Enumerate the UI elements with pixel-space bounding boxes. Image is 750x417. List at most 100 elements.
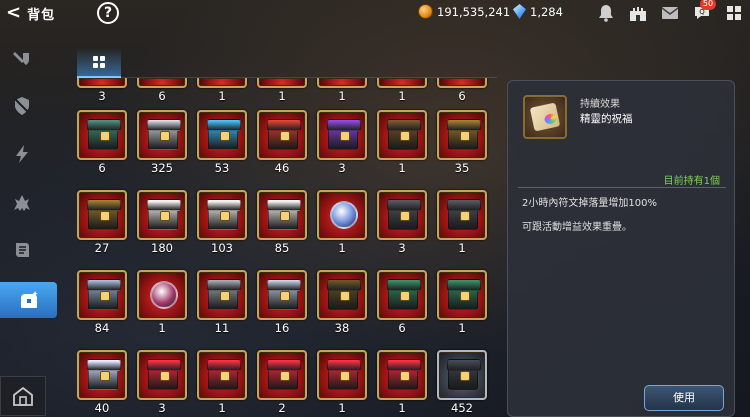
inventory-slot-partial[interactable]: 3 — [77, 78, 127, 104]
item-detail-image — [523, 95, 567, 139]
slot-frame — [377, 78, 427, 88]
inventory-slot[interactable]: 1 — [137, 270, 187, 336]
notification-button[interactable] — [590, 0, 622, 26]
tab-skills[interactable] — [0, 136, 44, 172]
tab-materials[interactable] — [0, 232, 44, 268]
tab-pets[interactable] — [0, 184, 44, 220]
help-button[interactable]: ? — [97, 2, 119, 24]
inventory-slot-partial[interactable]: 1 — [257, 78, 307, 104]
category-sidebar — [0, 40, 57, 417]
dark-chest-icon — [388, 204, 418, 230]
item-count: 1 — [278, 89, 286, 103]
inventory-slot[interactable]: 3 — [317, 110, 367, 176]
item-count: 1 — [458, 241, 466, 255]
slot-frame — [77, 190, 127, 240]
menu-button[interactable] — [718, 0, 750, 26]
inventory-slot[interactable]: 2 — [257, 350, 307, 416]
item-count: 6 — [158, 89, 166, 103]
slot-frame — [137, 190, 187, 240]
inventory-slot-partial[interactable]: 6 — [137, 78, 187, 104]
item-count: 452 — [451, 401, 473, 415]
slot-frame — [317, 110, 367, 160]
mail-button[interactable] — [654, 0, 686, 26]
tab-chests[interactable] — [0, 282, 57, 318]
item-count: 1 — [218, 401, 226, 415]
inventory-slot-partial[interactable]: 1 — [377, 78, 427, 104]
inventory-slot[interactable]: 84 — [77, 270, 127, 336]
guild-button[interactable] — [622, 0, 654, 26]
storage-button[interactable] — [0, 376, 46, 416]
inventory-slot[interactable]: 3 — [137, 350, 187, 416]
blue-chest-icon — [208, 124, 238, 150]
back-button[interactable]: < 背包 — [6, 2, 66, 24]
tab-armor[interactable] — [0, 88, 44, 124]
inventory-slot[interactable]: 1 — [437, 270, 487, 336]
item-count: 1 — [398, 89, 406, 103]
item-count: 11 — [214, 321, 230, 335]
slot-frame — [197, 270, 247, 320]
item-count: 1 — [398, 401, 406, 415]
inventory-slot[interactable]: 6 — [377, 270, 427, 336]
item-count: 35 — [454, 161, 470, 175]
crystal-orb-icon — [330, 201, 358, 229]
inventory-slot[interactable]: 1 — [317, 190, 367, 256]
item-count: 38 — [334, 321, 350, 335]
item-count: 40 — [94, 401, 110, 415]
gold-coin-icon — [418, 4, 433, 19]
red-box-icon — [208, 364, 238, 390]
item-count: 6 — [98, 161, 106, 175]
slot-frame — [317, 270, 367, 320]
inventory-slot[interactable]: 40 — [77, 350, 127, 416]
inventory-slot[interactable]: 3 — [377, 190, 427, 256]
inventory-slot[interactable]: 1 — [377, 110, 427, 176]
item-effect-text: 2小時內符文掉落量增加100% — [522, 198, 657, 209]
blessing-scroll-icon — [529, 102, 561, 132]
inventory-slot[interactable]: 6 — [77, 110, 127, 176]
red-chest-icon — [268, 124, 298, 150]
inventory-slot[interactable]: 27 — [77, 190, 127, 256]
back-arrow-icon: < — [6, 2, 22, 23]
inventory-slot[interactable]: 1 — [197, 350, 247, 416]
inventory-slot-partial[interactable]: 1 — [197, 78, 247, 104]
slot-frame — [77, 78, 127, 88]
inventory-slot[interactable]: 35 — [437, 110, 487, 176]
dark-cube-icon — [448, 364, 478, 390]
inventory-slot[interactable]: 103 — [197, 190, 247, 256]
grid-view-icon — [93, 56, 105, 68]
item-stack-note: 可跟活動增益效果重疊。 — [522, 222, 632, 233]
dark-chest-icon — [448, 204, 478, 230]
inventory-slot[interactable]: 85 — [257, 190, 307, 256]
item-count: 53 — [214, 161, 230, 175]
slot-frame — [377, 270, 427, 320]
tab-weapons[interactable] — [0, 42, 44, 78]
slot-frame — [377, 110, 427, 160]
chat-badge: 50 — [700, 0, 716, 10]
gold-display: 191,535,241 — [418, 4, 510, 19]
lightning-icon — [16, 145, 28, 163]
inventory-slot[interactable]: 53 — [197, 110, 247, 176]
inventory-slot-partial[interactable]: 1 — [317, 78, 367, 104]
inventory-slot[interactable]: 452 — [437, 350, 487, 416]
inventory-slot[interactable]: 46 — [257, 110, 307, 176]
inventory-slot[interactable]: 325 — [137, 110, 187, 176]
inventory-slot[interactable]: 1 — [377, 350, 427, 416]
inventory-slot[interactable]: 16 — [257, 270, 307, 336]
slot-frame — [377, 350, 427, 400]
slot-frame — [317, 190, 367, 240]
tab-all-items[interactable] — [77, 48, 121, 78]
chat-button[interactable]: Q 50 — [686, 0, 718, 26]
inventory-slot[interactable]: 1 — [437, 190, 487, 256]
house-icon — [13, 386, 33, 406]
gem-icon — [513, 4, 526, 19]
inventory-slot[interactable]: 11 — [197, 270, 247, 336]
inventory-slot-partial[interactable]: 6 — [437, 78, 487, 104]
inventory-slot[interactable]: 180 — [137, 190, 187, 256]
inventory-slot[interactable]: 1 — [317, 350, 367, 416]
slot-frame — [257, 78, 307, 88]
use-button[interactable]: 使用 — [644, 385, 724, 411]
grid-menu-icon — [727, 6, 741, 20]
item-count: 3 — [338, 161, 346, 175]
teal-chest-icon — [88, 124, 118, 150]
slot-frame — [437, 190, 487, 240]
inventory-slot[interactable]: 38 — [317, 270, 367, 336]
